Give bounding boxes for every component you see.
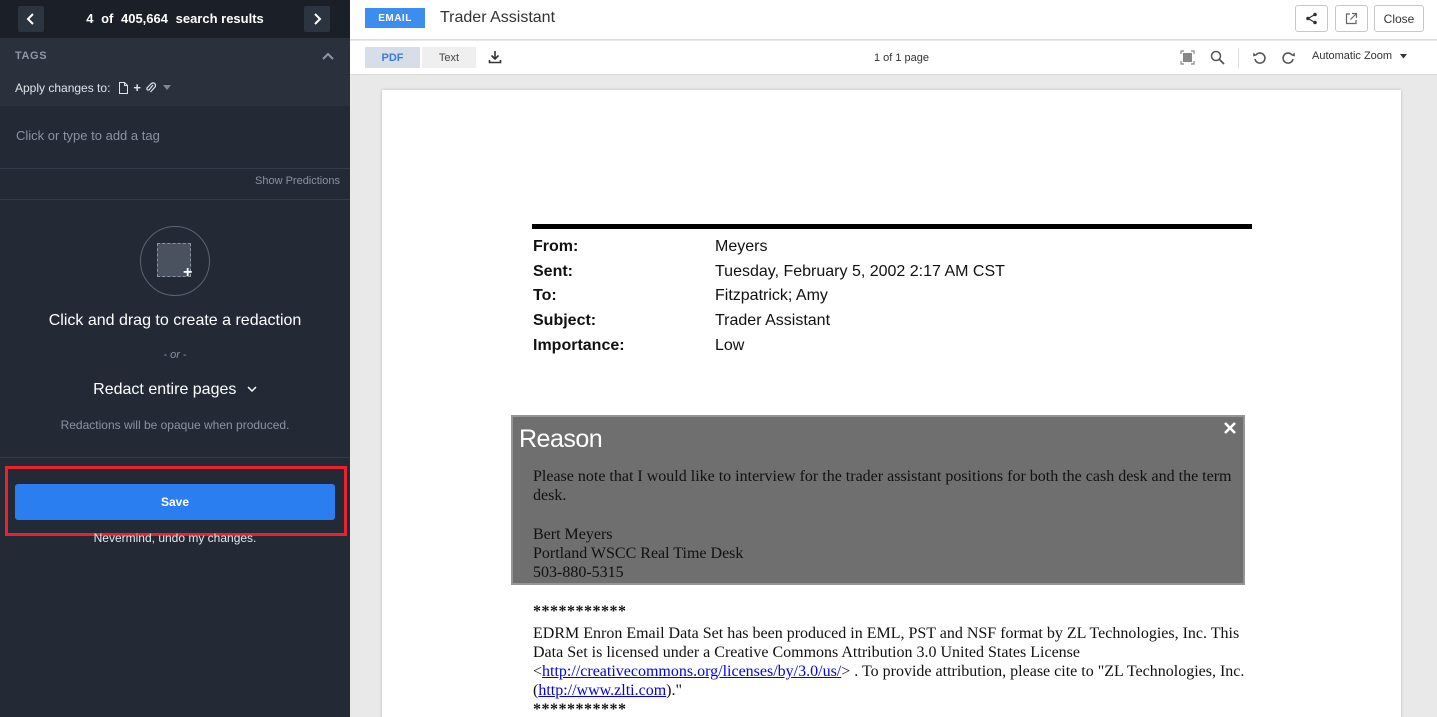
or-separator: - or -	[163, 349, 187, 361]
result-navigation: 4 of 405,664 search results	[0, 0, 350, 38]
subject-label: Subject:	[533, 312, 597, 329]
document-title: Trader Assistant	[440, 9, 556, 26]
close-icon[interactable]	[1223, 421, 1237, 435]
redaction-reason-label: Reason	[519, 425, 603, 453]
sidebar: 4 of 405,664 search results TAGS Apply c…	[0, 0, 350, 717]
document-viewport[interactable]: From: Meyers Sent: Tuesday, February 5, …	[350, 76, 1437, 717]
redacted-line: Please note that I would like to intervi…	[533, 468, 1232, 505]
importance-value: Low	[715, 337, 745, 354]
rotate-right-icon[interactable]	[1281, 50, 1296, 65]
sent-label: Sent:	[533, 263, 573, 280]
share-icon	[1306, 12, 1317, 25]
document-viewer: EMAIL Trader Assistant Close PDF Text 1 …	[350, 0, 1437, 717]
doc-type-badge: EMAIL	[365, 8, 425, 28]
caret-down-icon[interactable]	[163, 84, 171, 91]
redaction-box[interactable]: Reason Please note that I would like to …	[511, 415, 1245, 585]
undo-changes-link[interactable]: Nevermind, undo my changes.	[0, 531, 350, 545]
chevron-down-icon	[247, 386, 257, 393]
redacted-text: Please note that I would like to intervi…	[533, 467, 1233, 582]
apply-plus: +	[133, 80, 141, 95]
caret-down-icon	[1400, 53, 1408, 58]
viewer-toolbar: PDF Text 1 of 1 page Automatic Zoom	[350, 41, 1437, 75]
attribution-end: )."	[666, 682, 683, 699]
tags-section: TAGS Apply changes to: +	[0, 38, 350, 106]
redacted-line: 503-880-5315	[533, 564, 624, 581]
importance-label: Importance:	[533, 337, 625, 354]
show-predictions-link[interactable]: Show Predictions	[255, 175, 340, 187]
zoom-value: Automatic Zoom	[1312, 50, 1393, 62]
page-count: 1 of 1 page	[873, 52, 930, 64]
license-paragraph: EDRM Enron Email Data Set has been produ…	[533, 624, 1263, 700]
email-header-rule	[532, 224, 1252, 229]
paperclip-icon[interactable]	[145, 81, 156, 94]
fit-page-icon[interactable]	[1180, 50, 1195, 65]
rotate-left-icon[interactable]	[1252, 50, 1267, 65]
separator-stars: ***********	[533, 701, 627, 717]
subject-value: Trader Assistant	[715, 312, 831, 329]
zl-link[interactable]: http://www.zlti.com	[538, 682, 666, 699]
redacted-line: Portland WSCC Real Time Desk	[533, 544, 744, 562]
apply-changes-label: Apply changes to:	[15, 80, 111, 95]
tags-title: TAGS	[15, 50, 48, 62]
redact-entire-pages-dropdown[interactable]: Redact entire pages	[0, 381, 350, 399]
redacted-line: Bert Meyers	[533, 525, 613, 543]
close-button[interactable]: Close	[1374, 5, 1424, 32]
sent-value: Tuesday, February 5, 2002 2:17 AM CST	[715, 263, 1005, 280]
from-label: From:	[533, 238, 579, 255]
license-lt: <	[533, 663, 543, 680]
separator-stars: ***********	[533, 603, 627, 620]
apply-changes-row: Apply changes to: +	[15, 80, 171, 95]
search-icon[interactable]	[1210, 50, 1225, 65]
save-button[interactable]: Save	[15, 484, 335, 520]
result-of-label: of	[101, 11, 114, 26]
redaction-instructions: Click and drag to create a redaction	[48, 312, 302, 329]
to-value: Fitzpatrick; Amy	[715, 287, 828, 304]
toolbar-divider	[1238, 48, 1239, 68]
predictions-row: Show Predictions	[0, 170, 350, 200]
share-button[interactable]	[1295, 5, 1328, 32]
tag-input-container	[0, 106, 350, 169]
from-value: Meyers	[715, 238, 768, 255]
total-results: 405,664	[120, 11, 168, 26]
popout-button[interactable]	[1335, 5, 1368, 32]
popout-icon	[1345, 12, 1358, 25]
plus-icon: +	[183, 264, 193, 281]
license-link[interactable]: http://creativecommons.org/licenses/by/3…	[542, 663, 841, 680]
to-label: To:	[533, 287, 557, 304]
chevron-up-icon[interactable]	[322, 51, 334, 61]
document-icon[interactable]	[118, 81, 129, 94]
pdf-page[interactable]: From: Meyers Sent: Tuesday, February 5, …	[382, 90, 1401, 717]
email-footer-text: *********** EDRM Enron Email Data Set ha…	[533, 602, 1263, 717]
results-suffix: search results	[175, 11, 264, 26]
zoom-select[interactable]: Automatic Zoom	[1312, 50, 1408, 62]
tag-input[interactable]	[16, 128, 336, 143]
viewer-header: EMAIL Trader Assistant Close	[350, 0, 1437, 40]
chevron-right-icon	[314, 13, 322, 25]
current-result-index: 4	[86, 11, 94, 26]
license-text: EDRM Enron Email Data Set has been produ…	[533, 625, 1240, 661]
next-result-button[interactable]	[304, 6, 330, 32]
redaction-panel: + Click and drag to create a redaction -…	[0, 200, 350, 458]
redact-pages-label: Redact entire pages	[93, 381, 237, 398]
redaction-note: Redactions will be opaque when produced.	[60, 418, 290, 432]
result-counter: 4 of 405,664 search results	[0, 11, 350, 26]
redaction-tool-icon: +	[140, 226, 210, 296]
redacted-spacer	[533, 505, 1233, 524]
